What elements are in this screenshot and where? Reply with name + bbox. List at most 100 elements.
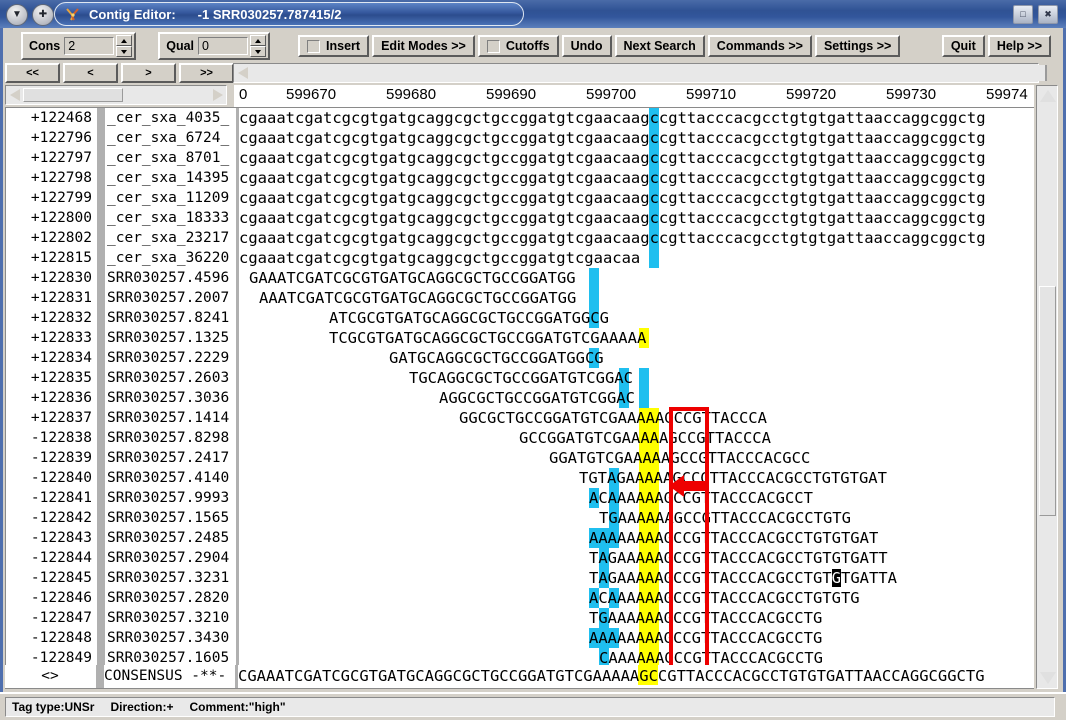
read-name[interactable]: _cer_sxa_14395 bbox=[105, 168, 236, 188]
sequence-row[interactable]: cgaaatcgatcgcgtgatgcaggcgctgccggatgtcgaa… bbox=[239, 208, 1034, 228]
names-scroll-thumb[interactable] bbox=[23, 88, 123, 102]
read-number[interactable]: -122848 bbox=[6, 628, 96, 648]
cons-spinbox[interactable]: Cons 2 bbox=[21, 32, 137, 60]
read-name[interactable]: _cer_sxa_36220 bbox=[105, 248, 236, 268]
read-number[interactable]: +122837 bbox=[6, 408, 96, 428]
restore-icon[interactable]: □ bbox=[1013, 5, 1033, 24]
read-name[interactable]: SRR030257.2229 bbox=[105, 348, 236, 368]
read-number[interactable]: -122846 bbox=[6, 588, 96, 608]
read-number[interactable]: +122834 bbox=[6, 348, 96, 368]
read-name[interactable]: SRR030257.2904 bbox=[105, 548, 236, 568]
vertical-scroll-thumb[interactable] bbox=[1039, 286, 1056, 516]
read-number[interactable]: +122799 bbox=[6, 188, 96, 208]
edit-modes-button[interactable]: Edit Modes >> bbox=[372, 35, 475, 57]
vertical-scrollbar[interactable] bbox=[1036, 85, 1058, 689]
read-name[interactable]: SRR030257.1325 bbox=[105, 328, 236, 348]
nav-last-button[interactable]: >> bbox=[179, 63, 234, 83]
sequence-row[interactable]: CGAAATCGATCGCGTGATGCAGGCGCTGCCGGATGTCGAA… bbox=[238, 665, 1034, 687]
cons-spin-up-icon[interactable] bbox=[116, 35, 133, 46]
sequence-row[interactable]: GCCGGATGTCGAAAAAGCCGTTACCCA bbox=[239, 428, 1034, 448]
close-icon[interactable]: ✖ bbox=[1038, 5, 1058, 24]
sequence-row[interactable]: GGATGTCGAAAAAGCCGTTACCCACGCC bbox=[239, 448, 1034, 468]
read-name[interactable]: _cer_sxa_6724_ bbox=[105, 128, 236, 148]
commands-button[interactable]: Commands >> bbox=[707, 35, 812, 57]
read-number[interactable]: -122849 bbox=[6, 648, 96, 665]
sequence-row[interactable]: AAATCGATCGCGTGATGCAGGCGCTGCCGGATGG bbox=[239, 288, 1034, 308]
read-number[interactable]: +122815 bbox=[6, 248, 96, 268]
read-name[interactable]: SRR030257.3036 bbox=[105, 388, 236, 408]
read-name[interactable]: SRR030257.2485 bbox=[105, 528, 236, 548]
read-name[interactable]: SRR030257.3210 bbox=[105, 608, 236, 628]
sequence-row[interactable]: ATCGCGTGATGCAGGCGCTGCCGGATGGCG bbox=[239, 308, 1034, 328]
sequence-row[interactable]: cgaaatcgatcgcgtgatgcaggcgctgccggatgtcgaa… bbox=[239, 108, 1034, 128]
sequence-row[interactable]: cgaaatcgatcgcgtgatgcaggcgctgccggatgtcgaa… bbox=[239, 128, 1034, 148]
consensus-sequence[interactable]: CGAAATCGATCGCGTGATGCAGGCGCTGCCGGATGTCGAA… bbox=[238, 665, 1034, 688]
sequence-row[interactable]: AAAAAAAAGCCGTTACCCACGCCTGTGTGAT bbox=[239, 528, 1034, 548]
sequence-row[interactable]: AAAAAAAAGCCGTTACCCACGCCTG bbox=[239, 628, 1034, 648]
read-name[interactable]: _cer_sxa_8701_ bbox=[105, 148, 236, 168]
quit-button[interactable]: Quit bbox=[941, 35, 985, 57]
shade-icon[interactable]: ✚ bbox=[32, 4, 54, 26]
scroll-down-icon[interactable] bbox=[1039, 670, 1056, 686]
nav-prev-button[interactable]: < bbox=[63, 63, 118, 83]
read-number[interactable]: -122839 bbox=[6, 448, 96, 468]
nav-first-button[interactable]: << bbox=[5, 63, 60, 83]
read-name[interactable]: _cer_sxa_4035_ bbox=[105, 108, 236, 128]
sequence-row[interactable]: TGAAAAAAGCCGTTACCCACGCCTG bbox=[239, 608, 1034, 628]
read-number[interactable]: -122841 bbox=[6, 488, 96, 508]
insert-checkbox[interactable] bbox=[307, 39, 321, 53]
read-number[interactable]: -122844 bbox=[6, 548, 96, 568]
read-name[interactable]: SRR030257.9993 bbox=[105, 488, 236, 508]
insert-button[interactable]: Insert bbox=[298, 35, 370, 57]
sequence-row[interactable]: cgaaatcgatcgcgtgatgcaggcgctgccggatgtcgaa… bbox=[239, 188, 1034, 208]
names-scroll-left-icon[interactable] bbox=[7, 87, 22, 103]
sequence-row[interactable]: TGAAAAAAGCCGTTACCCACGCCTGTG bbox=[239, 508, 1034, 528]
read-number[interactable]: +122796 bbox=[6, 128, 96, 148]
nav-next-button[interactable]: > bbox=[121, 63, 176, 83]
read-number[interactable]: -122847 bbox=[6, 608, 96, 628]
minimize-icon[interactable]: ▼ bbox=[6, 4, 28, 26]
sequence-column[interactable]: cgaaatcgatcgcgtgatgcaggcgctgccggatgtcgaa… bbox=[239, 108, 1034, 665]
next-search-button[interactable]: Next Search bbox=[614, 35, 705, 57]
sequence-row[interactable]: GATGCAGGCGCTGCCGGATGGCG bbox=[239, 348, 1034, 368]
read-number[interactable]: +122832 bbox=[6, 308, 96, 328]
read-number[interactable]: +122802 bbox=[6, 228, 96, 248]
sequence-row[interactable]: ACAAAAAAGCCGTTACCCACGCCTGTGTG bbox=[239, 588, 1034, 608]
alignment-editor[interactable]: +122468 +122796 +122797 +122798 +122799 +1228… bbox=[5, 107, 1034, 665]
read-number[interactable]: +122798 bbox=[6, 168, 96, 188]
cons-spin-down-icon[interactable] bbox=[116, 46, 133, 57]
read-number[interactable]: -122838 bbox=[6, 428, 96, 448]
cutoffs-button[interactable]: Cutoffs bbox=[477, 35, 559, 57]
sequence-row[interactable]: AGGCGCTGCCGGATGTCGGAC bbox=[239, 388, 1034, 408]
sequence-row[interactable]: cgaaatcgatcgcgtgatgcaggcgctgccggatgtcgaa… bbox=[239, 228, 1034, 248]
read-name[interactable]: SRR030257.1605 bbox=[105, 648, 236, 665]
names-horizontal-scrollbar[interactable] bbox=[5, 85, 227, 105]
read-number[interactable]: -122842 bbox=[6, 508, 96, 528]
read-name[interactable]: SRR030257.2820 bbox=[105, 588, 236, 608]
read-name[interactable]: SRR030257.8298 bbox=[105, 428, 236, 448]
read-name[interactable]: SRR030257.2603 bbox=[105, 368, 236, 388]
scroll-up-icon[interactable] bbox=[1039, 88, 1056, 104]
sequence-row[interactable]: TAGAAAAAGCCGTTACCCACGCCTGTGTGATTA bbox=[239, 568, 1034, 588]
read-name[interactable]: SRR030257.1414 bbox=[105, 408, 236, 428]
read-name[interactable]: _cer_sxa_18333 bbox=[105, 208, 236, 228]
qual-spinbox[interactable]: Qual 0 bbox=[158, 32, 271, 60]
read-name[interactable]: _cer_sxa_11209 bbox=[105, 188, 236, 208]
read-name[interactable]: SRR030257.3231 bbox=[105, 568, 236, 588]
read-number[interactable]: +122833 bbox=[6, 328, 96, 348]
sequence-row[interactable]: TGTAGAAAAAGCCGTTACCCACGCCTGTGTGAT bbox=[239, 468, 1034, 488]
sequence-row[interactable]: CAAAAAAGCCGTTACCCACGCCTG bbox=[239, 648, 1034, 665]
sequence-row[interactable]: TAGAAAAAGCCGTTACCCACGCCTGTGTGATT bbox=[239, 548, 1034, 568]
read-name[interactable]: SRR030257.2007 bbox=[105, 288, 236, 308]
read-number[interactable]: +122835 bbox=[6, 368, 96, 388]
cons-value[interactable]: 2 bbox=[64, 37, 115, 55]
sequence-row[interactable]: ACAAAAAAGCCGTTACCCACGCCT bbox=[239, 488, 1034, 508]
read-number[interactable]: -122840 bbox=[6, 468, 96, 488]
read-name[interactable]: _cer_sxa_23217 bbox=[105, 228, 236, 248]
sequence-row[interactable]: GAAATCGATCGCGTGATGCAGGCGCTGCCGGATGG bbox=[239, 268, 1034, 288]
sequence-row[interactable]: GGCGCTGCCGGATGTCGAAAAAGCCGTTACCCA bbox=[239, 408, 1034, 428]
sequence-horizontal-scrollbar[interactable] bbox=[233, 63, 1047, 83]
qual-value[interactable]: 0 bbox=[198, 37, 249, 55]
cons-spin-arrows[interactable] bbox=[116, 35, 133, 57]
read-number[interactable]: +122830 bbox=[6, 268, 96, 288]
